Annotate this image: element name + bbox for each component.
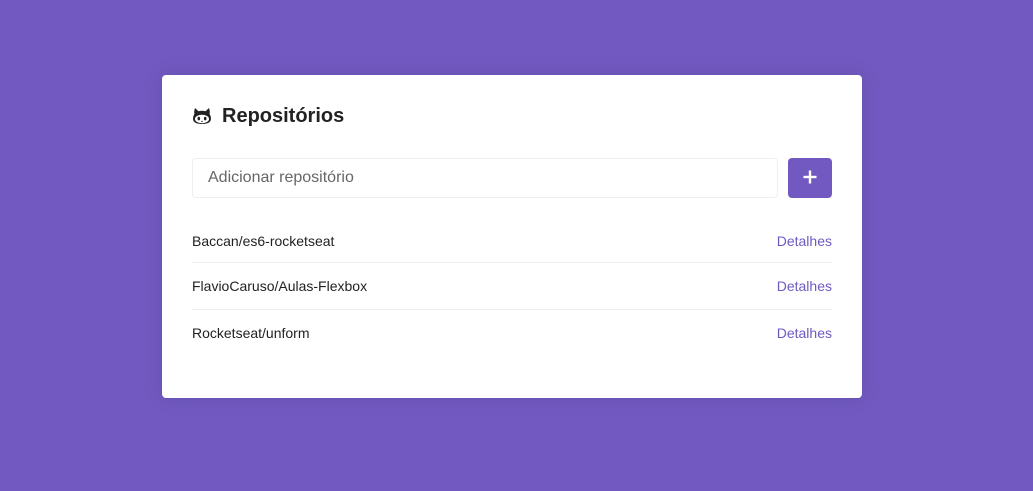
add-repository-button[interactable] bbox=[788, 158, 832, 198]
plus-icon bbox=[803, 170, 817, 187]
page-title: Repositórios bbox=[222, 104, 345, 127]
repository-name: Rocketseat/unform bbox=[192, 325, 310, 341]
details-link[interactable]: Detalhes bbox=[777, 278, 832, 294]
repository-input[interactable] bbox=[192, 158, 778, 198]
details-link[interactable]: Detalhes bbox=[777, 233, 832, 249]
details-link[interactable]: Detalhes bbox=[777, 325, 832, 341]
list-item: Baccan/es6-rocketseat Detalhes bbox=[192, 216, 832, 262]
repository-name: FlavioCaruso/Aulas-Flexbox bbox=[192, 278, 368, 294]
github-icon bbox=[192, 106, 212, 126]
card-header: Repositórios bbox=[192, 105, 832, 127]
repository-list: Baccan/es6-rocketseat Detalhes FlavioCar… bbox=[192, 216, 832, 356]
add-repository-form bbox=[192, 158, 832, 198]
page-background: { "colors": { "background": "#7159c1", "… bbox=[0, 0, 1033, 491]
list-item: FlavioCaruso/Aulas-Flexbox Detalhes bbox=[192, 262, 832, 309]
list-item: Rocketseat/unform Detalhes bbox=[192, 309, 832, 356]
repository-name: Baccan/es6-rocketseat bbox=[192, 233, 335, 249]
repositories-card: Repositórios Baccan/es6-rocketseat Detal… bbox=[162, 75, 862, 398]
